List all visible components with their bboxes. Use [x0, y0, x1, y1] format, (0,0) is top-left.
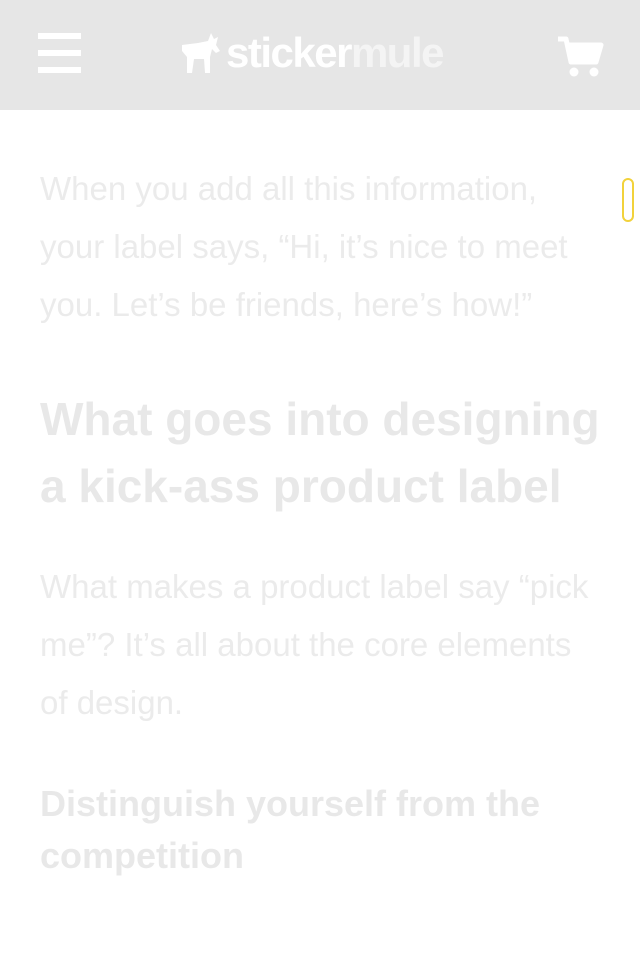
intro-paragraph: When you add all this information, your …	[40, 170, 568, 323]
sticker-mule-logo[interactable]: stickermule	[178, 29, 445, 76]
article-content: When you add all this information, your …	[40, 160, 600, 882]
section-heading: What goes into designing a kick-ass prod…	[40, 393, 600, 512]
logo-text-mule: mule	[350, 29, 445, 76]
hamburger-menu-icon[interactable]	[38, 33, 81, 73]
top-navigation-bar: stickermule	[0, 0, 640, 110]
cart-glyph	[558, 36, 604, 77]
section-subheading: Distinguish yourself from the competitio…	[40, 783, 541, 876]
body-paragraph: What makes a product label say “pick me”…	[40, 568, 589, 721]
logo-text-sticker: sticker	[226, 29, 352, 76]
menu-bar-line	[38, 67, 81, 73]
mule-icon	[182, 33, 220, 73]
shopping-cart-icon[interactable]	[556, 36, 604, 78]
scroll-indicator[interactable]	[622, 178, 634, 222]
menu-bar-line	[38, 50, 81, 56]
menu-bar-line	[38, 33, 81, 39]
